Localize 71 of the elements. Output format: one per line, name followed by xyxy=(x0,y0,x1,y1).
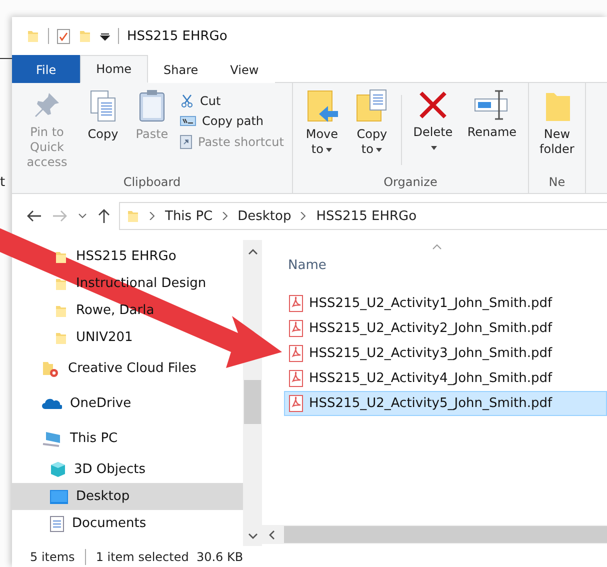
clipboard-icon xyxy=(137,89,167,123)
ribbon-tab[interactable]: Home xyxy=(80,55,148,83)
scroll-left-icon[interactable] xyxy=(268,530,276,540)
background-text: t xyxy=(0,175,6,190)
ribbon-button[interactable]: Delete xyxy=(408,87,458,175)
group-label: Clipboard xyxy=(122,175,182,191)
address-bar[interactable]: This PC Desktop HSS215 EHRGo xyxy=(119,202,607,230)
folder-arrow-icon xyxy=(304,89,339,123)
pdf-file-icon xyxy=(289,370,303,387)
ribbon-button[interactable]: New folder xyxy=(534,87,579,175)
cube-icon xyxy=(50,461,66,478)
breadcrumb[interactable]: HSS215 EHRGo xyxy=(316,208,417,224)
window-title: HSS215 EHRGo xyxy=(127,28,228,44)
group-label: Ne xyxy=(548,175,566,191)
ribbon-button[interactable]: Copy to xyxy=(348,87,395,175)
file-row[interactable]: HSS215_U2_Activity4_John_Smith.pdf xyxy=(284,366,607,391)
item-count: 5 items xyxy=(30,550,75,564)
nav-item[interactable]: This PC xyxy=(12,421,243,456)
folder-icon xyxy=(26,29,40,43)
nav-item[interactable]: 3D Objects xyxy=(12,456,243,483)
folder-icon xyxy=(54,276,68,290)
scissors-icon xyxy=(180,94,194,108)
document-icon xyxy=(50,516,64,532)
nav-item[interactable]: Desktop xyxy=(12,483,243,510)
ribbon-tab[interactable]: File xyxy=(12,55,80,83)
file-row[interactable]: HSS215_U2_Activity3_John_Smith.pdf xyxy=(284,341,607,366)
folder-icon xyxy=(54,330,68,344)
folder-icon xyxy=(54,304,68,318)
desktop-icon xyxy=(50,490,68,504)
ribbon-small-button[interactable]: Copy path xyxy=(178,113,286,129)
vertical-scrollbar[interactable] xyxy=(243,240,262,546)
dropdown-icon[interactable] xyxy=(100,31,110,41)
horizontal-scrollbar[interactable] xyxy=(262,525,607,544)
file-row[interactable]: HSS215_U2_Activity5_John_Smith.pdf xyxy=(284,391,607,416)
cloud-folder-icon xyxy=(42,360,60,376)
folder-icon xyxy=(126,209,140,223)
nav-item[interactable]: OneDrive xyxy=(12,386,243,421)
scrollbar-thumb[interactable] xyxy=(244,380,261,424)
scroll-down-icon[interactable] xyxy=(248,532,258,540)
ribbon-button[interactable]: Copy xyxy=(80,87,126,175)
breadcrumb[interactable]: This PC xyxy=(165,208,213,224)
pdf-file-icon xyxy=(289,295,303,312)
file-row[interactable]: HSS215_U2_Activity1_John_Smith.pdf xyxy=(284,291,607,316)
new-folder-icon xyxy=(78,29,92,43)
copy-folder-icon xyxy=(354,89,389,123)
delete-icon xyxy=(416,89,449,121)
properties-icon xyxy=(57,28,70,44)
sort-caret-icon xyxy=(432,244,442,250)
group-label: Organize xyxy=(382,175,438,191)
chevron-icon xyxy=(300,212,308,220)
scroll-up-icon[interactable] xyxy=(248,248,258,256)
ribbon-button[interactable]: Move to xyxy=(298,87,345,175)
chevron-icon xyxy=(149,212,156,220)
cloud-icon xyxy=(42,398,62,410)
path-icon xyxy=(180,115,196,127)
column-header[interactable]: Name xyxy=(284,240,328,291)
breadcrumb[interactable]: Desktop xyxy=(238,208,292,224)
file-row[interactable]: HSS215_U2_Activity2_John_Smith.pdf xyxy=(284,316,607,341)
recent-locations-button[interactable] xyxy=(76,211,89,221)
computer-icon xyxy=(42,430,62,446)
ribbon-button[interactable]: Rename xyxy=(462,87,522,175)
pdf-file-icon xyxy=(289,345,303,362)
ribbon-small-button[interactable]: Cut xyxy=(178,93,286,109)
pdf-file-icon xyxy=(289,320,303,337)
nav-item[interactable]: Documents xyxy=(12,510,243,537)
scrollbar-thumb[interactable] xyxy=(284,526,607,543)
folder-icon xyxy=(54,250,68,264)
selection-status: 1 item selected 30.6 KB xyxy=(96,550,244,564)
shortcut-clipboard-icon xyxy=(180,134,192,149)
pdf-file-icon xyxy=(289,395,303,412)
chevron-icon xyxy=(222,212,229,220)
